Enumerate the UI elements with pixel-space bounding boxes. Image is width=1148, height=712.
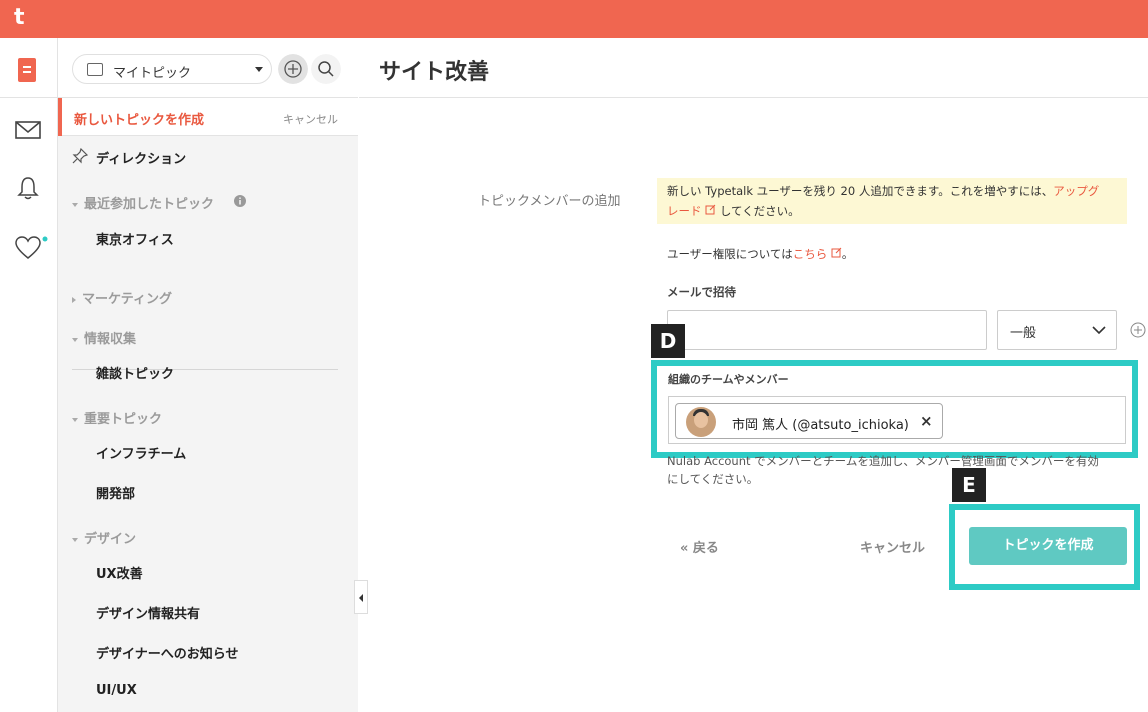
permission-link[interactable]: こちら — [793, 247, 828, 261]
upgrade-link-cont[interactable]: レード — [667, 204, 702, 218]
sidebar-item-dev[interactable]: 開発部 — [96, 483, 135, 502]
caret-down-icon — [72, 202, 78, 207]
new-topic-cancel-link[interactable]: キャンセル — [283, 111, 338, 127]
heart-icon[interactable] — [14, 234, 48, 262]
chevron-down-icon — [255, 67, 263, 72]
chevron-down-icon — [1092, 326, 1106, 335]
role-select-value: 一般 — [1010, 326, 1037, 341]
caret-down-icon — [72, 537, 78, 542]
email-invite-label: メールで招待 — [667, 285, 736, 299]
external-link-icon — [705, 204, 716, 215]
new-topic-row: 新しいトピックを作成 キャンセル — [58, 98, 358, 136]
add-topic-button[interactable] — [278, 54, 308, 84]
nulab-account-note: Nulab Account でメンバーとチームを追加し、メンバー管理画面でメンバ… — [667, 454, 1099, 486]
role-select[interactable]: 一般 — [997, 310, 1117, 350]
active-indicator — [58, 98, 62, 136]
sidebar-item-chat[interactable]: 雑談トピック — [96, 363, 174, 382]
typetalk-logo[interactable]: t — [14, 5, 25, 30]
sidebar-item-direction[interactable]: ディレクション — [96, 148, 186, 167]
sidebar-collapse-toggle[interactable] — [354, 580, 368, 614]
annotation-label-d: D — [651, 324, 685, 358]
sidebar-item-uiux[interactable]: UI/UX — [96, 683, 137, 698]
caret-down-icon — [72, 337, 78, 342]
avatar — [686, 407, 716, 437]
email-field[interactable] — [667, 310, 987, 350]
sidebar-header: マイトピック — [58, 38, 358, 98]
info-icon[interactable] — [234, 195, 246, 207]
create-topic-button[interactable]: トピックを作成 — [969, 527, 1127, 565]
search-icon[interactable] — [311, 54, 341, 84]
members-input[interactable]: 市岡 篤人 (@atsuto_ichioka) × — [668, 396, 1126, 444]
bell-icon[interactable] — [14, 174, 42, 202]
sidebar-group-design[interactable]: デザイン — [72, 528, 136, 547]
topic-list: ディレクション 最近参加したトピック 東京オフィス マーケティング 情報収集 雑… — [58, 136, 358, 712]
sidebar-group-important[interactable]: 重要トピック — [72, 408, 162, 427]
list-icon — [87, 63, 103, 76]
annotation-label-e: E — [952, 468, 986, 502]
mail-icon[interactable] — [14, 116, 42, 144]
caret-right-icon — [72, 296, 76, 303]
sidebar-item-ux[interactable]: UX改善 — [96, 563, 143, 582]
new-topic-label: 新しいトピックを作成 — [74, 113, 205, 128]
back-button[interactable]: « 戻る — [680, 537, 719, 556]
sidebar-item-designer-notice[interactable]: デザイナーへのお知らせ — [96, 643, 238, 662]
icon-rail — [0, 38, 58, 712]
member-section-label: トピックメンバーの追加 — [478, 194, 621, 209]
upgrade-link[interactable]: アップグ — [1053, 184, 1099, 198]
caret-down-icon — [72, 417, 78, 422]
topic-sidebar: マイトピック 新しいトピックを作成 キャンセル ディレクション 最近参加したトピ… — [58, 38, 358, 712]
user-limit-notice: 新しい Typetalk ユーザーを残り 20 人追加できます。これを増やすには… — [657, 178, 1127, 224]
main-header: サイト改善 — [359, 38, 1148, 98]
permission-note: ユーザー権限についてはこちら 。 — [667, 247, 854, 261]
sidebar-item-infra[interactable]: インフラチーム — [96, 443, 186, 462]
org-members-label: 組織のチームやメンバー — [668, 373, 789, 386]
page-title: サイト改善 — [379, 60, 490, 85]
close-icon[interactable]: × — [920, 412, 933, 430]
sidebar-item-design-info[interactable]: デザイン情報共有 — [96, 603, 200, 622]
rail-top — [0, 38, 58, 98]
cancel-button[interactable]: キャンセル — [860, 537, 925, 556]
member-chip-name: 市岡 篤人 (@atsuto_ichioka) — [732, 418, 909, 433]
topic-filter-select[interactable]: マイトピック — [72, 54, 272, 84]
chevron-left-icon — [359, 594, 363, 602]
sidebar-group-recent[interactable]: 最近参加したトピック — [72, 193, 214, 212]
external-link-icon — [831, 247, 842, 258]
top-bar: t — [0, 0, 1148, 38]
topic-filter-label: マイトピック — [113, 66, 192, 81]
sidebar-item-tokyo-office[interactable]: 東京オフィス — [96, 229, 174, 248]
sidebar-group-marketing[interactable]: マーケティング — [72, 288, 172, 307]
add-email-row-icon[interactable] — [1130, 322, 1146, 338]
member-chip: 市岡 篤人 (@atsuto_ichioka) × — [675, 403, 943, 439]
topics-icon[interactable] — [18, 58, 36, 82]
pin-icon — [72, 148, 88, 164]
sidebar-group-info[interactable]: 情報収集 — [72, 328, 136, 347]
